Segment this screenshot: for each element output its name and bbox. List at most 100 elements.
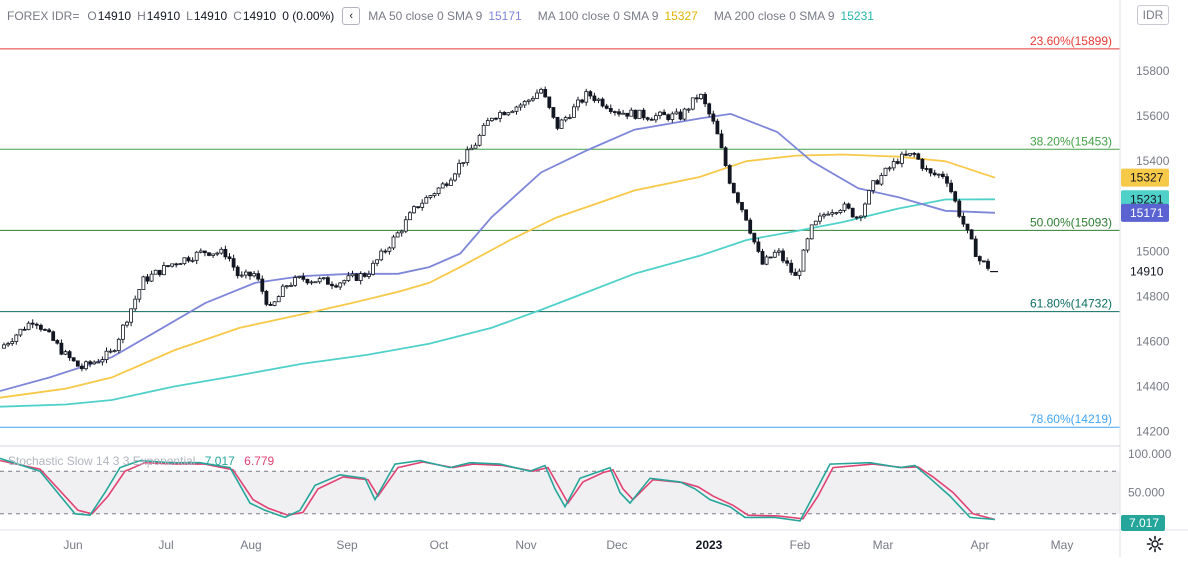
candle-up	[867, 190, 871, 205]
candle-down	[977, 256, 982, 262]
candle-up	[674, 111, 679, 115]
candle-down	[678, 111, 683, 120]
candle-up	[141, 276, 146, 290]
candle-up	[387, 247, 392, 252]
candle-down	[920, 158, 925, 169]
fib-level-label: 61.80%(14732)	[1030, 297, 1112, 311]
x-tick-label: Aug	[240, 538, 261, 552]
gear-icon[interactable]	[1146, 535, 1164, 553]
currency-button[interactable]: IDR	[1137, 5, 1169, 25]
fib-level-label: 23.60%(15899)	[1030, 34, 1112, 48]
candle-down	[715, 120, 720, 135]
candle-up	[239, 274, 244, 277]
y-tick-label: 14600	[1136, 334, 1170, 348]
candle-down	[256, 273, 261, 280]
candle-up	[699, 93, 703, 100]
x-tick-label: Oct	[430, 538, 449, 552]
fib-level-label: 50.00%(15093)	[1030, 215, 1112, 229]
candle-down	[875, 180, 880, 185]
candle-down	[231, 258, 236, 268]
ma50-label: MA 50 close 0 SMA 9	[368, 9, 483, 23]
candle-up	[436, 187, 441, 195]
candle-up	[104, 350, 109, 360]
change-value: 0 (0.00%)	[282, 9, 335, 23]
chevron-left-icon[interactable]: ‹	[342, 7, 361, 25]
candle-down	[736, 192, 740, 203]
candle-down	[22, 328, 27, 331]
open-label: O	[87, 9, 97, 23]
candle-down	[645, 117, 650, 120]
candle-up	[863, 203, 867, 217]
candle-down	[555, 116, 560, 129]
candle-down	[223, 248, 228, 258]
candle-up	[535, 92, 539, 99]
candle-up	[194, 251, 199, 261]
ma200-label: MA 200 close 0 SMA 9	[713, 9, 835, 23]
candle-down	[547, 96, 552, 108]
candle-up	[149, 273, 154, 282]
candle-up	[366, 273, 371, 277]
x-tick-label: Mar	[873, 538, 894, 552]
candle-down	[494, 117, 498, 120]
candle-down	[600, 98, 605, 107]
stochastic-legend: Stochastic Slow 14 3 3 Exponential 7.017…	[8, 454, 274, 468]
candle-down	[625, 112, 630, 117]
stochastic-k-badge: 7.017	[1129, 516, 1159, 530]
ma50-price-badge: 15171	[1130, 206, 1164, 220]
candle-up	[797, 270, 802, 276]
candle-down	[928, 168, 933, 174]
candle-down	[444, 183, 449, 186]
candle-up	[485, 120, 490, 126]
candle-down	[260, 278, 265, 292]
candle-down	[55, 340, 60, 344]
candle-up	[338, 282, 343, 288]
candle-up	[243, 271, 248, 276]
candle-up	[440, 183, 445, 189]
candle-up	[395, 232, 400, 238]
x-tick-label: 2023	[696, 538, 723, 552]
candle-down	[145, 276, 150, 282]
candle-down	[941, 173, 945, 178]
candle-up	[2, 344, 6, 349]
candle-down	[325, 277, 330, 285]
candle-up	[596, 98, 601, 101]
candle-up	[477, 134, 482, 146]
candle-down	[727, 165, 732, 184]
candle-up	[170, 263, 175, 267]
candle-up	[215, 252, 220, 255]
candle-down	[895, 161, 900, 164]
candle-up	[576, 99, 580, 108]
close-value: 14910	[242, 9, 277, 23]
candle-down	[334, 285, 339, 288]
candle-up	[859, 215, 863, 218]
symbol-name: FOREX IDR=	[7, 9, 80, 23]
candle-down	[793, 271, 798, 276]
candle-up	[834, 212, 839, 215]
candle-up	[772, 251, 777, 258]
candle-up	[453, 173, 457, 181]
close-label: C	[233, 9, 242, 23]
candle-up	[567, 117, 572, 119]
candle-down	[854, 216, 859, 219]
candle-up	[92, 361, 97, 365]
candle-up	[822, 214, 826, 217]
candle-down	[760, 251, 765, 265]
x-tick-label: Dec	[606, 538, 627, 552]
candle-down	[781, 250, 785, 262]
candle-down	[71, 357, 76, 362]
candlestick-chart[interactable]: 23.60%(15899) 38.20%(15453) 50.00%(15093) 6…	[0, 0, 1188, 557]
candle-down	[330, 283, 334, 287]
stochastic-d-value: 6.779	[244, 454, 275, 468]
candle-up	[116, 338, 121, 351]
y-tick-label: 15800	[1136, 64, 1170, 78]
candle-down	[588, 91, 593, 97]
candle-up	[125, 321, 129, 326]
high-value: 14910	[146, 9, 181, 23]
candle-down	[227, 256, 232, 260]
high-label: H	[137, 9, 146, 23]
candle-down	[235, 266, 240, 277]
candle-down	[354, 273, 359, 281]
candle-up	[682, 108, 687, 120]
candle-up	[690, 97, 695, 110]
candle-down	[301, 276, 306, 280]
